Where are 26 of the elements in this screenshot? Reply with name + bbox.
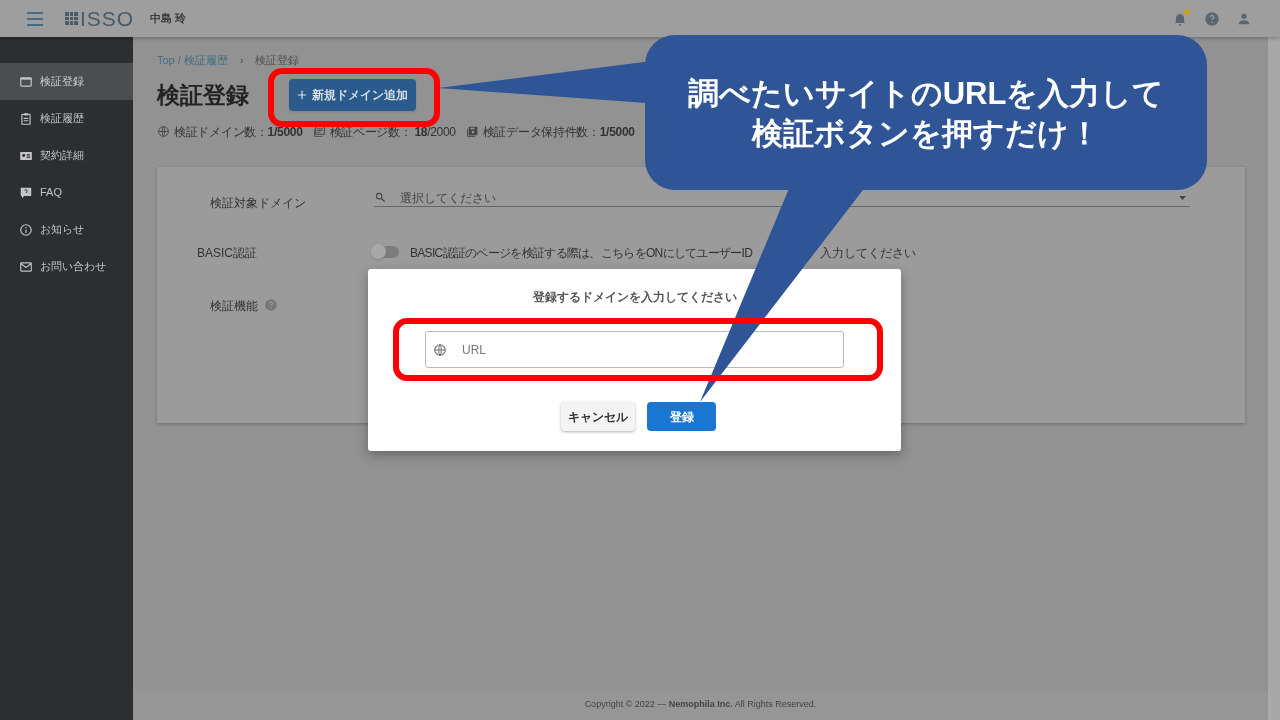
page-title: 検証登録 — [157, 80, 249, 110]
sidebar-item[interactable]: お知らせ — [0, 211, 133, 248]
field-label: 検証対象ドメイン — [210, 195, 306, 212]
stat-text: 検証ページ数： 18/2000 — [329, 123, 456, 141]
sidebar-item[interactable]: 検証登録 — [0, 63, 133, 100]
sidebar-item[interactable]: 検証履歴 — [0, 100, 133, 137]
breadcrumb-separator: › — [239, 53, 244, 68]
stat-text: 検証ドメイン数：1/5000 — [174, 123, 303, 141]
sidebar-item[interactable]: FAQ — [0, 174, 133, 211]
register-button[interactable]: 登録 — [647, 402, 716, 431]
add-domain-button[interactable]: 新規ドメイン追加 — [289, 79, 416, 111]
field-label: BASIC認証 — [197, 245, 257, 262]
breadcrumb-current: 検証登録 — [255, 52, 300, 68]
copyright-text: Copyright © 2022 — Nemophila Inc. All Rights Reserved. — [584, 698, 817, 712]
hint-text: 入力してください — [820, 245, 916, 262]
hint-text: BASIC認証のページを検証する際は、こちらをONにしてユーザーID — [410, 245, 753, 262]
user-name: 中島 玲 — [150, 11, 187, 27]
dialog-title: 登録するドメインを入力してください — [531, 289, 738, 306]
sidebar-item[interactable]: お問い合わせ — [0, 248, 133, 285]
callout-text: 検証ボタンを押すだけ！ — [752, 115, 1100, 153]
sidebar-item[interactable]: 契約詳細 — [0, 137, 133, 174]
cancel-button[interactable]: キャンセル — [561, 402, 635, 431]
url-input-field[interactable]: URL — [425, 331, 844, 368]
stat-text: 検証データ保持件数：1/5000 — [482, 123, 635, 141]
callout-text: 調べたいサイトのURLを入力して — [687, 75, 1165, 113]
field-label: 検証機能 — [210, 298, 258, 315]
